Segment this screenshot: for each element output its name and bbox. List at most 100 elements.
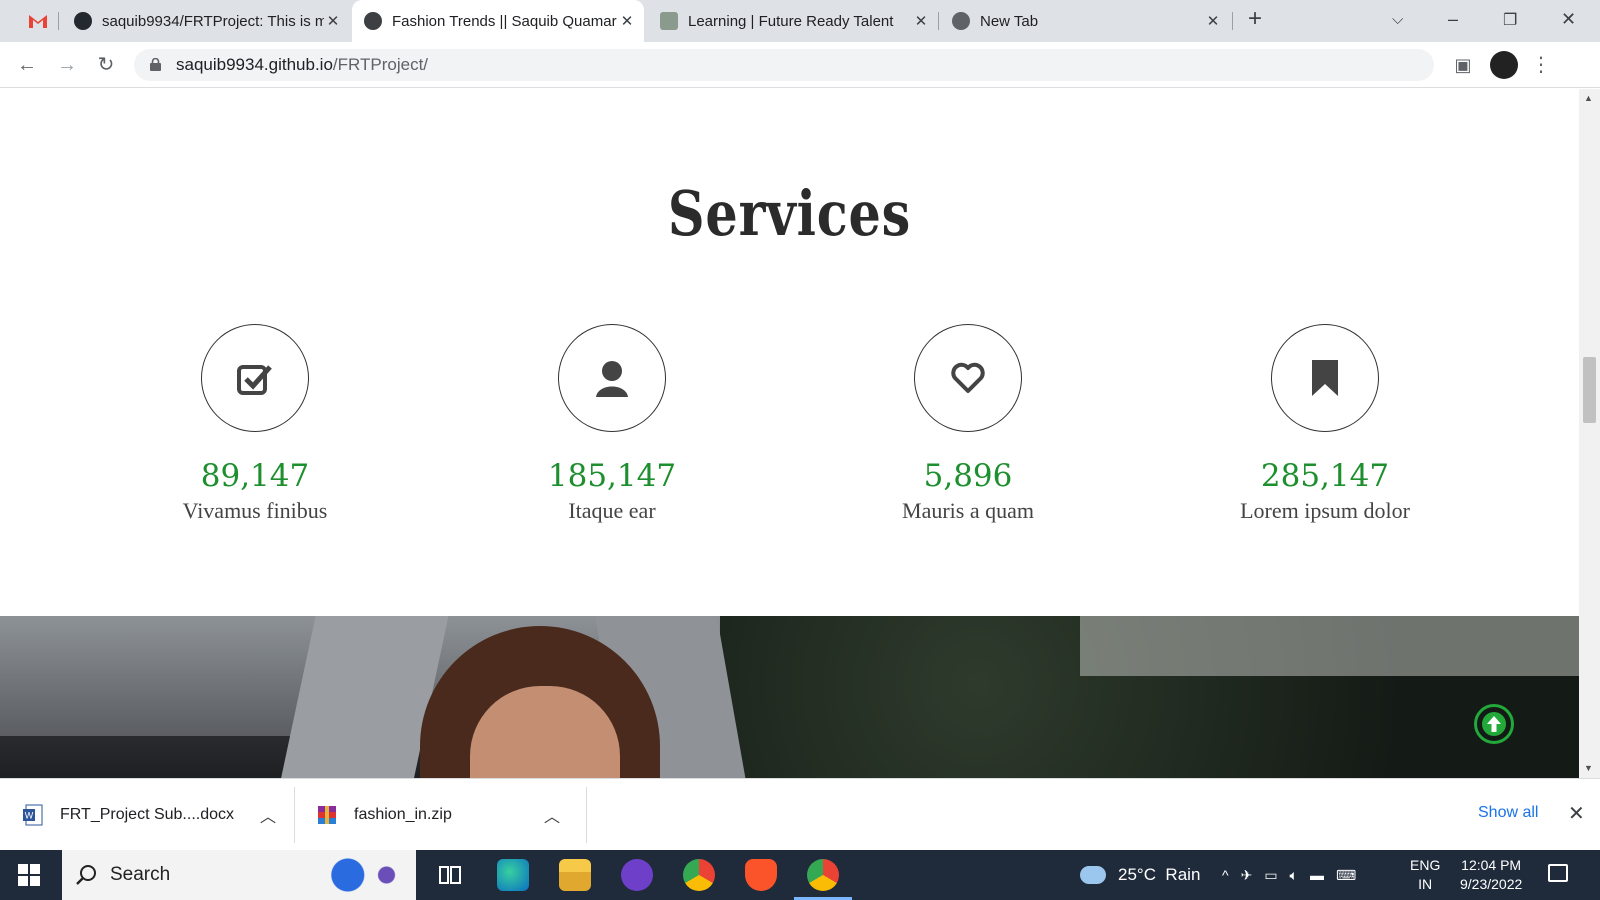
close-icon[interactable]: ✕ bbox=[618, 12, 636, 30]
service-card: 285,147 Lorem ipsum dolor bbox=[1195, 324, 1455, 524]
downloads-bar: W FRT_Project Sub....docx ︿ fashion_in.z… bbox=[0, 778, 1600, 850]
arrow-up-icon bbox=[1482, 712, 1506, 736]
close-icon[interactable]: ✕ bbox=[1204, 12, 1222, 30]
clock-time: 12:04 PM bbox=[1461, 857, 1522, 873]
close-icon[interactable]: ✕ bbox=[324, 12, 342, 30]
user-icon bbox=[596, 361, 628, 397]
gmail-pinned-tab[interactable] bbox=[16, 0, 54, 42]
forward-button[interactable]: → bbox=[54, 52, 80, 78]
menu-icon[interactable]: ⋮ bbox=[1528, 52, 1554, 78]
close-downloads-icon[interactable]: ✕ bbox=[1568, 801, 1585, 826]
weather-widget[interactable]: 25°C Rain bbox=[1080, 850, 1200, 900]
background-sky bbox=[1080, 616, 1579, 676]
gmail-icon bbox=[29, 15, 47, 28]
search-label: Search bbox=[110, 864, 171, 885]
heart-icon bbox=[951, 362, 985, 393]
service-count: 185,147 bbox=[547, 458, 677, 494]
side-panel-icon[interactable]: ▣ bbox=[1450, 52, 1476, 78]
chrome-icon bbox=[952, 12, 970, 30]
minimize-button[interactable]: – bbox=[1448, 9, 1458, 30]
chevron-up-icon[interactable]: ^ bbox=[1222, 867, 1229, 883]
tab-strip: saquib9934/FRTProject: This is m ✕ Fashi… bbox=[0, 0, 1600, 42]
url-path: /FRTProject/ bbox=[332, 55, 429, 74]
reload-button[interactable]: ↻ bbox=[93, 52, 119, 78]
site-icon bbox=[660, 12, 678, 30]
svg-text:W: W bbox=[25, 811, 34, 821]
clock-date: 9/23/2022 bbox=[1460, 876, 1523, 892]
github-icon bbox=[74, 12, 92, 30]
restore-button[interactable]: ❐ bbox=[1503, 10, 1517, 30]
windows-start-icon[interactable] bbox=[18, 864, 40, 886]
window-close-button[interactable]: ✕ bbox=[1561, 9, 1576, 30]
show-all-downloads-link[interactable]: Show all bbox=[1478, 804, 1538, 822]
word-doc-icon: W bbox=[23, 804, 43, 826]
tab-title: Learning | Future Ready Talent bbox=[688, 12, 894, 30]
volume-icon[interactable]: 🔈︎ bbox=[1290, 867, 1298, 884]
device-icon[interactable]: ▭ bbox=[1264, 867, 1277, 884]
lock-icon bbox=[150, 58, 161, 71]
globe-icon bbox=[364, 12, 382, 30]
download-filename: FRT_Project Sub....docx bbox=[60, 806, 234, 823]
tab-github[interactable]: saquib9934/FRTProject: This is m ✕ bbox=[62, 0, 350, 42]
system-clock[interactable]: 12:04 PM 9/23/2022 bbox=[1460, 856, 1522, 894]
close-icon[interactable]: ✕ bbox=[912, 12, 930, 30]
chevron-up-icon[interactable]: ︿ bbox=[260, 803, 276, 827]
brave-icon[interactable] bbox=[745, 859, 777, 891]
url-domain: saquib9934.github.io bbox=[176, 55, 333, 74]
hero-photo-section bbox=[0, 616, 1579, 778]
notification-icon[interactable] bbox=[1548, 864, 1568, 882]
region-code: IN bbox=[1418, 876, 1433, 892]
system-tray: ^ ✈ ▭ 🔈︎ ▬ ⌨ bbox=[1222, 850, 1356, 900]
tab-new-tab[interactable]: New Tab ✕ bbox=[940, 0, 1230, 42]
service-icon-circle bbox=[201, 324, 309, 432]
chrome-profile-icon[interactable] bbox=[807, 859, 839, 891]
chevron-up-icon[interactable]: ︿ bbox=[544, 803, 560, 827]
task-view-icon[interactable] bbox=[434, 859, 466, 891]
tab-search-icon[interactable]: ⌵ bbox=[1392, 11, 1403, 28]
weather-text: 25°C Rain bbox=[1118, 865, 1201, 884]
scroll-down-arrow[interactable]: ▼ bbox=[1584, 763, 1593, 773]
tab-title: Fashion Trends || Saquib Quamar bbox=[392, 12, 617, 30]
taskbar-search-box[interactable]: Search bbox=[62, 850, 416, 900]
scroll-to-top-button[interactable] bbox=[1474, 704, 1514, 744]
service-card: 89,147 Vivamus finibus bbox=[125, 324, 385, 524]
keyboard-icon[interactable]: ⌨ bbox=[1336, 867, 1356, 884]
tab-title: saquib9934/FRTProject: This is m bbox=[102, 12, 324, 30]
tab-title: New Tab bbox=[980, 12, 1039, 30]
check-square-icon bbox=[237, 365, 272, 395]
github-desktop-icon[interactable] bbox=[621, 859, 653, 891]
back-button[interactable]: ← bbox=[14, 52, 40, 78]
search-highlight-image bbox=[322, 856, 408, 894]
file-explorer-icon[interactable] bbox=[559, 859, 591, 891]
airplane-icon[interactable]: ✈ bbox=[1241, 867, 1253, 884]
scroll-up-arrow[interactable]: ▲ bbox=[1584, 93, 1593, 103]
download-item[interactable]: W FRT_Project Sub....docx ︿ bbox=[22, 779, 278, 851]
page-scrollbar[interactable]: ▲ ▼ bbox=[1579, 89, 1600, 778]
new-tab-button[interactable]: + bbox=[1248, 5, 1262, 33]
chrome-icon[interactable] bbox=[683, 859, 715, 891]
language-code: ENG bbox=[1410, 857, 1441, 873]
download-filename: fashion_in.zip bbox=[354, 806, 452, 823]
language-indicator[interactable]: ENG IN bbox=[1410, 856, 1440, 894]
service-icon-circle bbox=[1271, 324, 1379, 432]
service-count: 285,147 bbox=[1260, 458, 1390, 494]
scrollbar-thumb[interactable] bbox=[1583, 357, 1596, 423]
service-count: 5,896 bbox=[923, 458, 1013, 494]
address-bar[interactable]: saquib9934.github.io/FRTProject/ bbox=[134, 49, 1434, 81]
service-count: 89,147 bbox=[200, 458, 310, 494]
winrar-icon bbox=[318, 806, 336, 824]
edge-icon[interactable] bbox=[497, 859, 529, 891]
service-icon-circle bbox=[914, 324, 1022, 432]
profile-avatar[interactable] bbox=[1490, 51, 1518, 79]
windows-taskbar: Search 25°C Rain ^ ✈ ▭ 🔈︎ ▬ ⌨ ENG IN 12:… bbox=[0, 850, 1600, 900]
service-label: Itaque ear bbox=[568, 498, 656, 523]
tab-learning[interactable]: Learning | Future Ready Talent ✕ bbox=[648, 0, 938, 42]
services-heading: Services bbox=[667, 177, 912, 250]
battery-icon[interactable]: ▬ bbox=[1310, 867, 1324, 883]
service-label: Mauris a quam bbox=[902, 498, 1034, 523]
service-label: Lorem ipsum dolor bbox=[1240, 498, 1410, 523]
tab-fashion-trends[interactable]: Fashion Trends || Saquib Quamar ✕ bbox=[352, 0, 644, 42]
service-icon-circle bbox=[558, 324, 666, 432]
service-card: 5,896 Mauris a quam bbox=[838, 324, 1098, 524]
download-item[interactable]: fashion_in.zip ︿ bbox=[316, 779, 572, 851]
